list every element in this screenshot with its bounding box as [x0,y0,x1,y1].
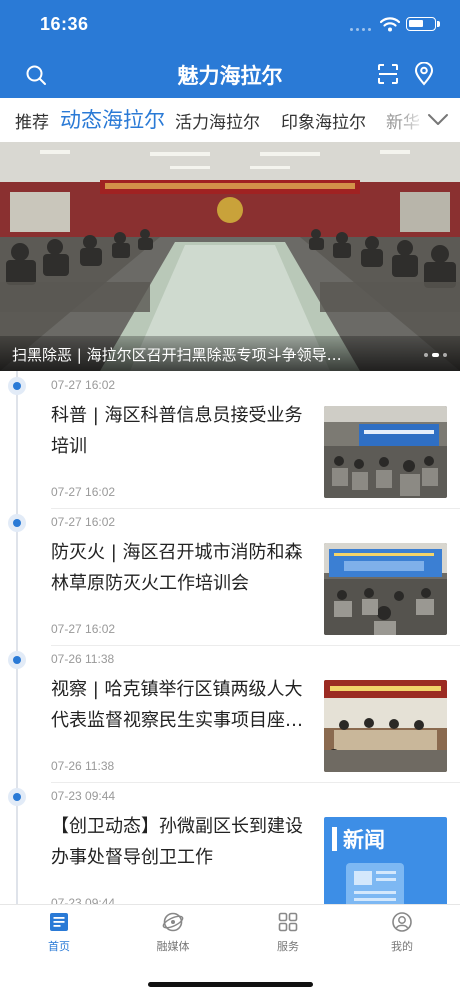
status-bar: 16:36 [0,0,460,50]
grid-services-icon [278,912,298,932]
nav-media[interactable]: 融媒体 [133,911,213,963]
nav-label: 服务 [277,940,299,953]
chevron-down-icon[interactable] [427,110,449,128]
nav-home[interactable]: 首页 [19,911,99,963]
scan-icon[interactable] [377,63,399,85]
battery-icon [406,17,440,31]
timeline-dot [8,788,26,806]
profile-icon [392,912,412,932]
category-tabs: 推荐 动态海拉尔 活力海拉尔 印象海拉尔 新华 [0,98,460,142]
timeline-dot [8,651,26,669]
nav-profile[interactable]: 我的 [362,911,442,963]
nav-label: 我的 [391,940,413,953]
news-title: 科普 | 海区科普信息员接受业务培训 [51,405,303,457]
news-time: 07-23 09:44 [51,789,116,803]
app-header: 16:36 魅力海拉尔 [0,0,460,98]
cellular-signal-icon [350,28,371,31]
news-title: 【创卫动态】孙微副区长到建设办事处督导创卫工作 [51,816,303,868]
nav-label: 融媒体 [156,940,190,953]
news-item[interactable]: 07-27 16:02 防灭火 | 海区召开城市消防和森林草原防灭火工作培训会 … [0,509,460,646]
home-indicator [148,982,313,987]
featured-banner[interactable]: 扫黑除恶 | 海拉尔区召开扫黑除恶专项斗争领导小组会议 [0,142,460,371]
news-time: 07-26 11:38 [51,759,115,773]
tab-vitality-hailar[interactable]: 活力海拉尔 [175,108,260,133]
status-time: 16:36 [40,14,89,34]
news-thumbnail: 新闻 [324,817,447,909]
news-thumbnail [324,680,447,772]
tab-recommend[interactable]: 推荐 [15,108,49,133]
news-thumbnail [324,406,447,498]
media-globe-icon [162,912,184,932]
timeline-dot [8,514,26,532]
news-time: 07-27 16:02 [51,485,116,499]
tab-impression-hailar[interactable]: 印象海拉尔 [281,108,366,133]
news-time: 07-27 16:02 [51,378,116,392]
news-title: 视察 | 哈克镇举行区镇两级人大代表监督视察民生实事项目座谈会 [51,679,303,731]
news-time: 07-26 11:38 [51,652,115,666]
location-pin-icon[interactable] [414,62,434,86]
title-bar: 魅力海拉尔 [0,50,460,98]
banner-caption: 扫黑除恶 | 海拉尔区召开扫黑除恶专项斗争领导小组会议 [12,346,352,364]
wifi-icon [380,17,400,32]
news-item[interactable]: 07-27 16:02 科普 | 海区科普信息员接受业务培训 07-27 16:… [0,372,460,509]
news-item[interactable]: 07-23 09:44 【创卫动态】孙微副区长到建设办事处督导创卫工作 07-2… [0,783,460,920]
home-icon [50,913,68,931]
banner-dot [443,353,447,357]
nav-label: 首页 [48,940,70,953]
timeline-dot [8,377,26,395]
news-time: 07-27 16:02 [51,622,116,636]
news-title: 防灭火 | 海区召开城市消防和森林草原防灭火工作培训会 [51,542,303,594]
news-item[interactable]: 07-26 11:38 视察 | 哈克镇举行区镇两级人大代表监督视察民生实事项目… [0,646,460,783]
nav-services[interactable]: 服务 [248,911,328,963]
news-time: 07-27 16:02 [51,515,116,529]
newspaper-icon [346,863,404,909]
banner-pagination [424,353,447,357]
news-thumbnail [324,543,447,635]
banner-dot [424,353,428,357]
news-thumbnail-label: 新闻 [343,828,385,852]
banner-dot-active [432,353,439,357]
tab-dynamic-hailar[interactable]: 动态海拉尔 [60,104,165,134]
